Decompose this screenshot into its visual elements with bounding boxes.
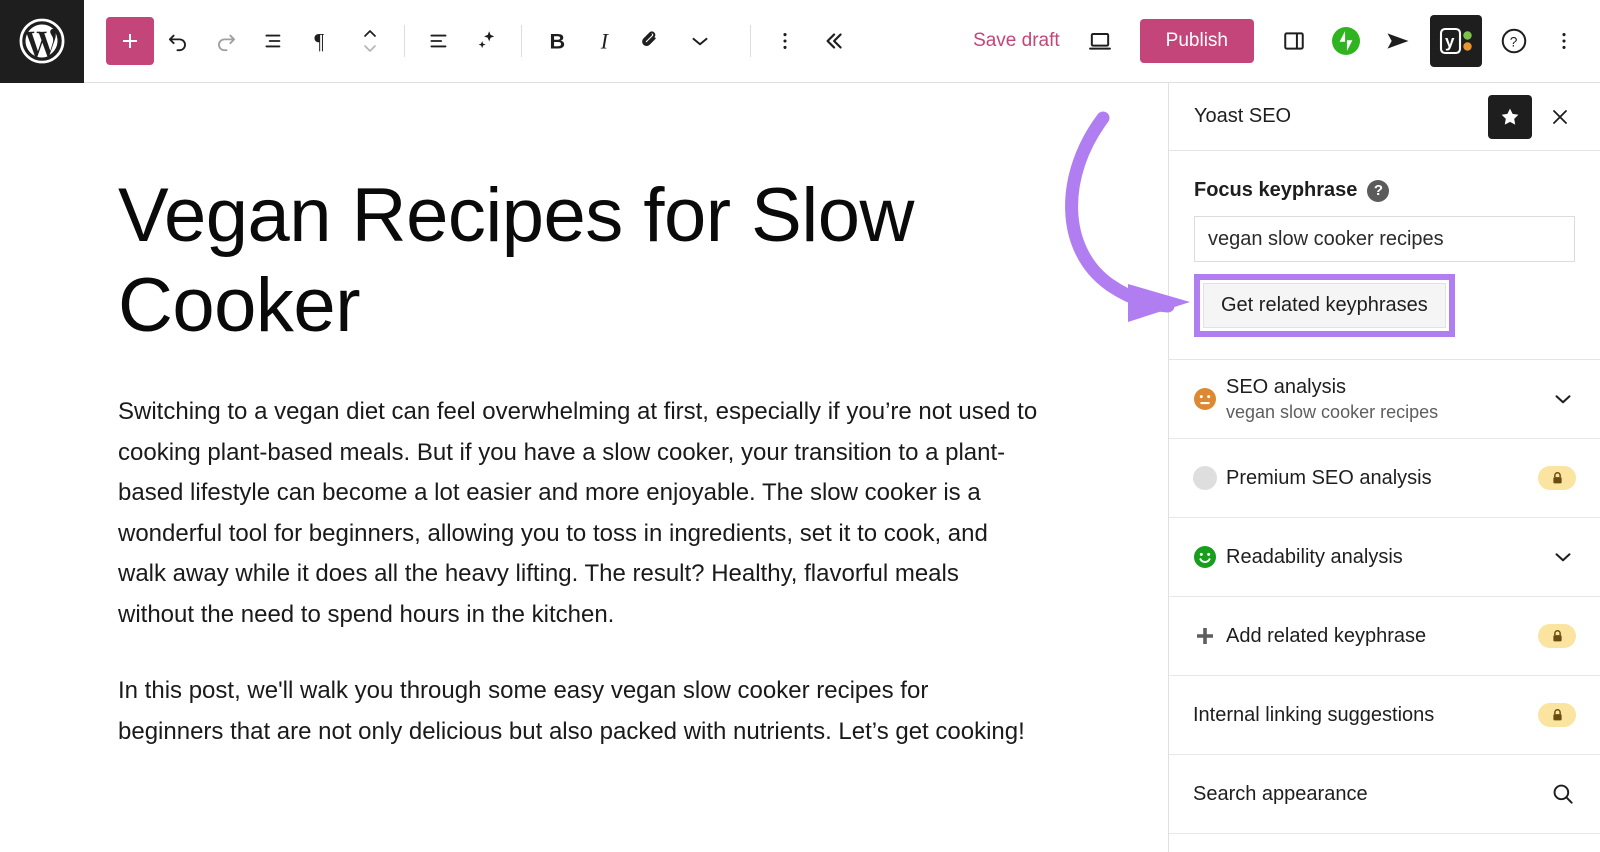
plus-icon — [118, 29, 142, 53]
ai-assist-icon[interactable] — [463, 17, 511, 65]
help-circle-icon[interactable]: ? — [1367, 179, 1390, 202]
svg-text:?: ? — [1510, 35, 1518, 50]
focus-keyphrase-section: Focus keyphrase ? Get related keyphrases — [1169, 151, 1600, 359]
more-options-button[interactable] — [1540, 17, 1588, 65]
preview-button[interactable] — [1074, 17, 1126, 65]
redo-button[interactable] — [202, 17, 250, 65]
sidebar-row-premium-seo-analysis[interactable]: Premium SEO analysis — [1169, 439, 1600, 518]
lock-icon[interactable] — [1538, 624, 1576, 648]
sidebar-row-title: Readability analysis — [1226, 545, 1403, 568]
wordpress-logo-icon — [19, 18, 65, 64]
svg-text:I: I — [600, 30, 610, 54]
svg-text:¶: ¶ — [314, 30, 324, 54]
sidebar-row-text: Premium SEO analysis — [1226, 467, 1538, 490]
get-related-keyphrases-button[interactable]: Get related keyphrases — [1203, 283, 1446, 328]
add-block-button[interactable] — [106, 17, 154, 65]
sidebar-row-title: SEO analysis — [1226, 375, 1347, 398]
italic-button[interactable]: I — [580, 17, 628, 65]
face-neutral-orange-icon — [1193, 387, 1226, 411]
send-button[interactable] — [1372, 17, 1424, 65]
svg-text:y: y — [1445, 32, 1455, 51]
toolbar-format-group-2: B I — [532, 17, 724, 65]
settings-sidebar-button[interactable] — [1268, 17, 1320, 65]
post-body: Switching to a vegan diet can feel overw… — [118, 392, 1038, 752]
help-button[interactable]: ? — [1488, 17, 1540, 65]
toolbar-divider-3 — [750, 25, 751, 57]
lock-icon[interactable] — [1538, 703, 1576, 727]
toolbar-divider-2 — [521, 25, 522, 57]
sidebar-header: Yoast SEO — [1169, 83, 1600, 151]
post-paragraph[interactable]: Switching to a vegan diet can feel overw… — [118, 392, 1038, 635]
sidebar-row-title: Premium SEO analysis — [1226, 466, 1432, 489]
jetpack-button[interactable] — [1320, 17, 1372, 65]
sidebar-row-text: Add related keyphrase — [1226, 625, 1538, 648]
link-button[interactable] — [628, 17, 676, 65]
sidebar-row-seo-analysis[interactable]: SEO analysis vegan slow cooker recipes — [1169, 360, 1600, 439]
face-happy-green-icon — [1193, 545, 1226, 569]
undo-button[interactable] — [154, 17, 202, 65]
toolbar-history-group: ¶ — [154, 17, 394, 65]
post-paragraph[interactable]: In this post, we'll walk you through som… — [118, 671, 1038, 752]
chevron-down-icon[interactable] — [1550, 544, 1576, 570]
sidebar-row-title: Search appearance — [1193, 782, 1368, 805]
editor-canvas: Vegan Recipes for Slow Cooker Switching … — [0, 83, 1168, 852]
yoast-analysis-rows: SEO analysis vegan slow cooker recipes P… — [1169, 359, 1600, 834]
collapse-toolbar-button[interactable] — [809, 17, 857, 65]
sidebar-row-internal-linking-suggestions[interactable]: Internal linking suggestions — [1169, 676, 1600, 755]
face-grey-icon — [1193, 466, 1226, 490]
close-icon — [1548, 105, 1572, 129]
more-formats-button[interactable] — [676, 17, 724, 65]
publish-button[interactable]: Publish — [1139, 19, 1254, 63]
block-options-button[interactable] — [761, 17, 809, 65]
upgrade-star-button[interactable] — [1488, 94, 1532, 139]
editor-toolbar: ¶ B I Save draft Publish y ? — [0, 0, 1600, 83]
document-overview-button[interactable] — [250, 17, 298, 65]
focus-keyphrase-label-row: Focus keyphrase ? — [1194, 179, 1575, 202]
sidebar-row-text: Internal linking suggestions — [1193, 704, 1538, 727]
lock-icon[interactable] — [1538, 466, 1576, 490]
align-text-button[interactable] — [415, 17, 463, 65]
focus-keyphrase-label: Focus keyphrase — [1194, 179, 1358, 201]
sidebar-row-readability-analysis[interactable]: Readability analysis — [1169, 518, 1600, 597]
sidebar-title: Yoast SEO — [1194, 105, 1292, 127]
star-icon — [1498, 105, 1522, 129]
sidebar-row-text: Readability analysis — [1226, 546, 1550, 569]
toolbar-divider-1 — [404, 25, 405, 57]
toolbar-format-group-1 — [415, 17, 511, 65]
sidebar-row-title: Add related keyphrase — [1226, 624, 1427, 647]
sidebar-row-search-appearance[interactable]: Search appearance — [1169, 755, 1600, 834]
chevron-down-icon[interactable] — [1550, 386, 1576, 412]
post-title[interactable]: Vegan Recipes for Slow Cooker — [118, 171, 978, 350]
sidebar-row-title: Internal linking suggestions — [1193, 703, 1435, 726]
close-sidebar-button[interactable] — [1538, 95, 1582, 139]
plus-icon — [1193, 624, 1226, 648]
yoast-seo-button[interactable]: y — [1430, 15, 1482, 67]
focus-keyphrase-input[interactable] — [1194, 216, 1575, 262]
wordpress-logo-button[interactable] — [0, 0, 84, 83]
paragraph-block-button[interactable]: ¶ — [298, 17, 346, 65]
yoast-sidebar: Yoast SEO Focus keyphrase ? Get related … — [1168, 83, 1600, 852]
search-icon[interactable] — [1550, 781, 1576, 807]
save-draft-button[interactable]: Save draft — [959, 30, 1074, 52]
sidebar-row-text: Search appearance — [1193, 783, 1550, 806]
move-updown-button[interactable] — [346, 17, 394, 65]
svg-text:B: B — [550, 29, 566, 54]
sidebar-row-text: SEO analysis vegan slow cooker recipes — [1226, 376, 1550, 423]
sidebar-row-add-related-keyphrase[interactable]: Add related keyphrase — [1169, 597, 1600, 676]
bold-button[interactable]: B — [532, 17, 580, 65]
get-related-keyphrases-highlight: Get related keyphrases — [1194, 274, 1455, 337]
sidebar-row-subtitle: vegan slow cooker recipes — [1226, 401, 1439, 422]
